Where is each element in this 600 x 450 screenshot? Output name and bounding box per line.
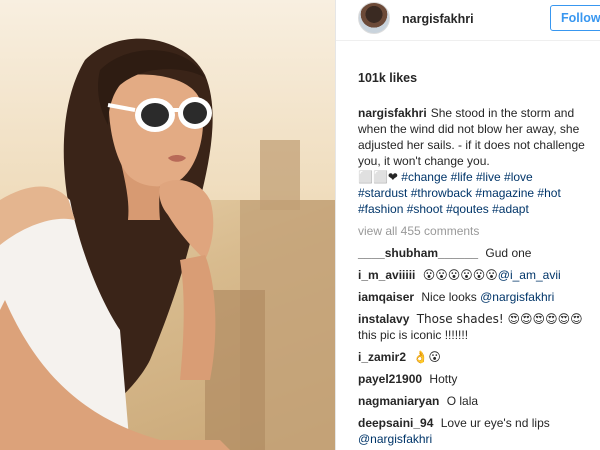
comment: iamqaiser Nice looks @nargisfakhri [358, 289, 598, 305]
post-photo[interactable] [0, 0, 335, 450]
comment-username[interactable]: i_m_aviiiii [358, 268, 415, 282]
comment: payel21900 Hotty [358, 371, 598, 387]
caption-emoji: ⬜⬜❤ [358, 170, 398, 184]
comment-text: Hotty [429, 372, 458, 386]
hashtags[interactable]: #stardust #throwback #magazine #hot [358, 186, 561, 200]
comment-text: 😮😮😮😮😮😮 [422, 268, 498, 282]
comment-text: 👌😮 [413, 350, 441, 364]
post-details-panel: nargisfakhri Follow 101k likes nargisfak… [335, 0, 600, 450]
comment-text: Nice looks [421, 290, 477, 304]
hashtags[interactable]: #change #life #live #love [401, 170, 532, 184]
comment-text: Love ur eye's nd lips [440, 416, 550, 430]
caption-username[interactable]: nargisfakhri [358, 106, 427, 120]
comment-text-line2: this pic is iconic !!!!!!! [358, 328, 469, 342]
comment: nagmaniaryan O lala [358, 393, 598, 409]
caption: nargisfakhri She stood in the storm and w… [358, 105, 598, 217]
follow-button[interactable]: Follow [550, 5, 600, 31]
comment-mention[interactable]: @i_am_avii [498, 268, 561, 282]
comment-username[interactable]: payel21900 [358, 372, 422, 386]
comment-text: Those shades! 😍😍😍😍😍😍 [416, 312, 583, 326]
post-username[interactable]: nargisfakhri [402, 12, 474, 26]
comment-mention[interactable]: @nargisfakhri [358, 432, 432, 446]
comment-username[interactable]: nagmaniaryan [358, 394, 439, 408]
comment: instalavy Those shades! 😍😍😍😍😍😍 this pic … [358, 311, 598, 343]
comment-mention[interactable]: @nargisfakhri [480, 290, 554, 304]
view-all-comments-link[interactable]: view all 455 comments [358, 224, 479, 238]
profile-avatar[interactable] [358, 2, 390, 34]
comment-username[interactable]: deepsaini_94 [358, 416, 433, 430]
comment-username[interactable]: instalavy [358, 312, 409, 326]
comment: i_zamir2 👌😮 [358, 349, 598, 365]
post-header: nargisfakhri Follow [336, 0, 600, 41]
woman-figure [0, 38, 230, 450]
comment-text: Gud one [485, 246, 532, 260]
likes-count[interactable]: 101k likes [358, 71, 417, 85]
comment-username[interactable]: ____shubham______ [358, 246, 478, 260]
hashtags[interactable]: #fashion #shoot #qoutes #adapt [358, 202, 529, 216]
comment-username[interactable]: iamqaiser [358, 290, 414, 304]
comment: i_m_aviiiii 😮😮😮😮😮😮@i_am_avii [358, 267, 598, 283]
comment-text: O lala [446, 394, 479, 408]
comment: deepsaini_94 Love ur eye's nd lips @narg… [358, 415, 598, 447]
comment: ____shubham______ Gud one [358, 245, 598, 261]
comment-username[interactable]: i_zamir2 [358, 350, 406, 364]
